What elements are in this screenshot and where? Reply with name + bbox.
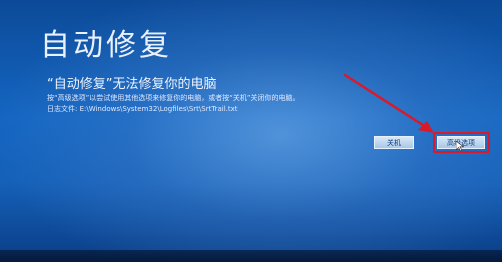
log-file-path: 日志文件: E:\Windows\System32\Logfiles\Srt\S… xyxy=(47,105,238,113)
screen-bezel xyxy=(0,250,502,262)
error-heading: “自动修复”无法修复你的电脑 xyxy=(47,77,217,92)
shutdown-button[interactable]: 关机 xyxy=(374,136,414,149)
error-description: 按“高级选项”以尝试使用其他选项来修复你的电脑，或者按“关机”关闭你的电脑。 xyxy=(47,94,300,102)
mouse-pointer-icon xyxy=(456,141,464,151)
page-title: 自动修复 xyxy=(40,28,172,63)
